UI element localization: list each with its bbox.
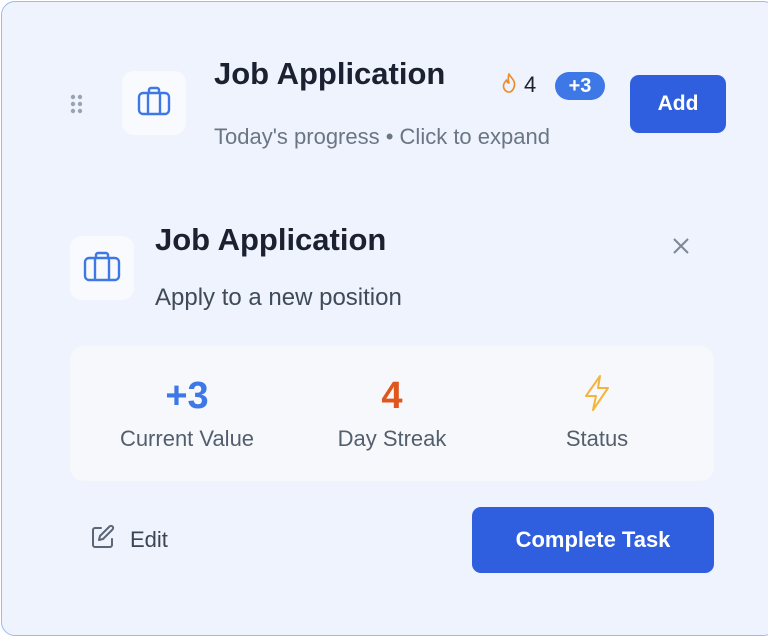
stat-day-streak: 4 Day Streak: [285, 346, 499, 481]
close-button[interactable]: [668, 235, 694, 261]
flame-icon: [502, 72, 516, 98]
streak-count: 4: [524, 72, 537, 97]
header-title[interactable]: Job Application: [214, 56, 445, 92]
stat-status: Status: [490, 346, 704, 481]
detail-title: Job Application: [155, 222, 387, 257]
header-icon-tile: [122, 71, 186, 135]
drag-handle-icon[interactable]: [70, 94, 84, 116]
stat-value: 4: [381, 375, 403, 417]
lightning-icon: [490, 374, 704, 418]
stat-value: +3: [165, 375, 209, 417]
complete-task-button[interactable]: Complete Task: [472, 507, 714, 573]
stat-label: Current Value: [119, 426, 255, 451]
task-card: Job Application Today's progress • Click…: [1, 1, 768, 636]
edit-icon: [90, 524, 116, 555]
stat-label: Status: [565, 426, 629, 451]
stats-panel: +3 Current Value 4 Day Streak Status: [70, 346, 714, 481]
edit-label: Edit: [130, 526, 168, 552]
briefcase-icon: [137, 86, 171, 121]
close-icon: [672, 237, 690, 260]
value-badge: +3: [555, 72, 605, 100]
stat-label: Day Streak: [337, 426, 447, 451]
edit-button[interactable]: Edit: [90, 524, 168, 555]
detail-description: Apply to a new position: [155, 284, 402, 311]
header-subtitle[interactable]: Today's progress • Click to expand: [214, 124, 550, 150]
briefcase-icon: [83, 250, 121, 287]
stat-current-value: +3 Current Value: [80, 346, 294, 481]
streak-indicator: 4: [502, 72, 536, 98]
add-button[interactable]: Add: [630, 75, 726, 133]
detail-icon-tile: [70, 236, 134, 300]
